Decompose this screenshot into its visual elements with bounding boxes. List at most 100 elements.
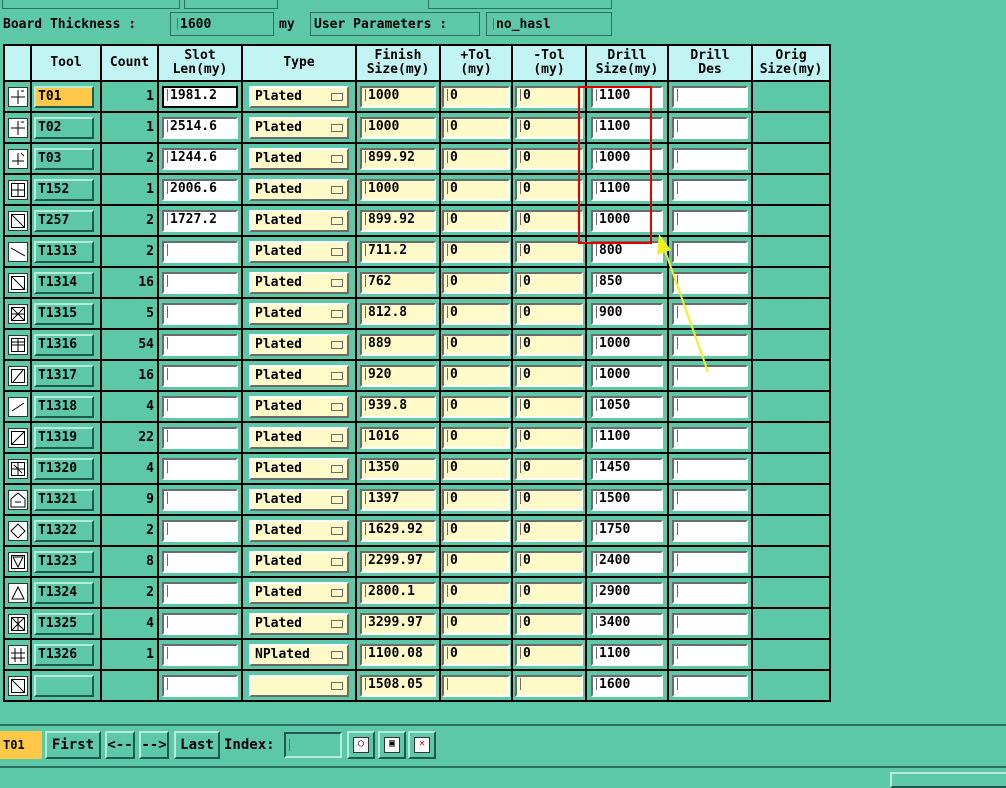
minus-tol-input[interactable]: 0 — [515, 85, 583, 108]
minus-tol-input[interactable]: 0 — [515, 147, 583, 170]
plus-tol-input[interactable]: 0 — [442, 581, 510, 604]
drill-des-input[interactable] — [672, 488, 748, 511]
slot-length-input[interactable] — [162, 271, 238, 294]
drill-des-input[interactable] — [672, 612, 748, 635]
tool-button[interactable]: T01 — [34, 85, 94, 108]
plus-tol-input[interactable]: 0 — [442, 240, 510, 263]
type-dropdown[interactable]: Plated — [249, 395, 349, 418]
drill-size-input[interactable]: 1450 — [591, 457, 663, 480]
plus-tol-input[interactable]: 0 — [442, 550, 510, 573]
minus-tol-input[interactable]: 0 — [515, 178, 583, 201]
drill-size-input[interactable]: 1100 — [591, 85, 663, 108]
drill-des-input[interactable] — [672, 674, 748, 697]
finish-size-input[interactable]: 2800.1 — [360, 581, 436, 604]
slot-length-input[interactable] — [162, 488, 238, 511]
board-thickness-field[interactable]: 1600 — [170, 12, 274, 36]
tool-button[interactable]: T257 — [34, 209, 94, 232]
plus-tol-input[interactable]: 0 — [442, 302, 510, 325]
tool-button[interactable]: T1314 — [34, 271, 94, 294]
drill-des-input[interactable] — [672, 271, 748, 294]
drill-size-input[interactable]: 1600 — [591, 674, 663, 697]
finish-size-input[interactable]: 762 — [360, 271, 436, 294]
finish-size-input[interactable]: 899.92 — [360, 147, 436, 170]
drill-size-input[interactable]: 1750 — [591, 519, 663, 542]
type-dropdown[interactable]: Plated — [249, 116, 349, 139]
drill-des-input[interactable] — [672, 147, 748, 170]
drill-size-input[interactable]: 1000 — [591, 209, 663, 232]
slot-length-input[interactable] — [162, 550, 238, 573]
drill-des-input[interactable] — [672, 116, 748, 139]
drill-des-input[interactable] — [672, 302, 748, 325]
finish-size-input[interactable]: 939.8 — [360, 395, 436, 418]
finish-size-input[interactable]: 812.8 — [360, 302, 436, 325]
slot-length-input[interactable]: 2514.6 — [162, 116, 238, 139]
plus-tol-input[interactable]: 0 — [442, 364, 510, 387]
drill-des-input[interactable] — [672, 364, 748, 387]
type-dropdown[interactable]: Plated — [249, 209, 349, 232]
finish-size-input[interactable]: 1000 — [360, 116, 436, 139]
minus-tol-input[interactable]: 0 — [515, 240, 583, 263]
plus-tol-input[interactable]: 0 — [442, 457, 510, 480]
tool-button[interactable]: T1319 — [34, 426, 94, 449]
type-dropdown[interactable]: Plated — [249, 333, 349, 356]
slot-length-input[interactable] — [162, 240, 238, 263]
tool-button[interactable]: T1325 — [34, 612, 94, 635]
drill-size-input[interactable]: 1100 — [591, 643, 663, 666]
slot-length-input[interactable] — [162, 364, 238, 387]
drill-des-input[interactable] — [672, 550, 748, 573]
finish-size-input[interactable]: 1100.08 — [360, 643, 436, 666]
drill-des-input[interactable] — [672, 643, 748, 666]
drill-des-input[interactable] — [672, 426, 748, 449]
drill-des-input[interactable] — [672, 85, 748, 108]
drill-size-input[interactable]: 1100 — [591, 426, 663, 449]
plus-tol-input[interactable]: 0 — [442, 643, 510, 666]
next-button[interactable]: --> — [139, 731, 169, 759]
delete-icon-button[interactable]: ✕ — [408, 731, 436, 759]
type-dropdown[interactable]: Plated — [249, 550, 349, 573]
minus-tol-input[interactable]: 0 — [515, 488, 583, 511]
drill-size-input[interactable]: 3400 — [591, 612, 663, 635]
slot-length-input[interactable] — [162, 333, 238, 356]
drill-size-input[interactable]: 1000 — [591, 147, 663, 170]
slot-length-input[interactable] — [162, 643, 238, 666]
tool-button[interactable] — [34, 674, 94, 697]
plus-tol-input[interactable]: 0 — [442, 519, 510, 542]
type-dropdown[interactable] — [249, 674, 349, 697]
minus-tol-input[interactable]: 0 — [515, 581, 583, 604]
slot-length-input[interactable]: 1727.2 — [162, 209, 238, 232]
tool-button[interactable]: T1313 — [34, 240, 94, 263]
bulb-icon-button[interactable]: ○ — [347, 731, 375, 759]
first-button[interactable]: First — [45, 731, 101, 759]
plus-tol-input[interactable]: 0 — [442, 612, 510, 635]
finish-size-input[interactable]: 2299.97 — [360, 550, 436, 573]
slot-length-input[interactable]: 1981.2 — [162, 85, 238, 108]
top-tab-1[interactable] — [2, 0, 180, 9]
minus-tol-input[interactable]: 0 — [515, 302, 583, 325]
drill-des-input[interactable] — [672, 333, 748, 356]
minus-tol-input[interactable]: 0 — [515, 426, 583, 449]
tool-button[interactable]: T1326 — [34, 643, 94, 666]
drill-des-input[interactable] — [672, 209, 748, 232]
drill-size-input[interactable]: 850 — [591, 271, 663, 294]
type-dropdown[interactable]: Plated — [249, 581, 349, 604]
plus-tol-input[interactable]: 0 — [442, 488, 510, 511]
type-dropdown[interactable]: Plated — [249, 426, 349, 449]
tool-button[interactable]: T152 — [34, 178, 94, 201]
minus-tol-input[interactable]: 0 — [515, 519, 583, 542]
tool-button[interactable]: T1320 — [34, 457, 94, 480]
finish-size-input[interactable]: 1629.92 — [360, 519, 436, 542]
slot-length-input[interactable] — [162, 612, 238, 635]
top-tab-2[interactable] — [184, 0, 278, 9]
minus-tol-input[interactable]: 0 — [515, 643, 583, 666]
user-parameters-field[interactable]: no_hasl — [486, 12, 612, 36]
finish-size-input[interactable]: 920 — [360, 364, 436, 387]
minus-tol-input[interactable]: 0 — [515, 271, 583, 294]
plus-tol-input[interactable]: 0 — [442, 209, 510, 232]
minus-tol-input[interactable]: 0 — [515, 209, 583, 232]
status-tab[interactable] — [890, 772, 1006, 788]
prev-button[interactable]: <-- — [105, 731, 135, 759]
drill-size-input[interactable]: 2400 — [591, 550, 663, 573]
finish-size-input[interactable]: 899.92 — [360, 209, 436, 232]
minus-tol-input[interactable]: 0 — [515, 395, 583, 418]
type-dropdown[interactable]: Plated — [249, 147, 349, 170]
